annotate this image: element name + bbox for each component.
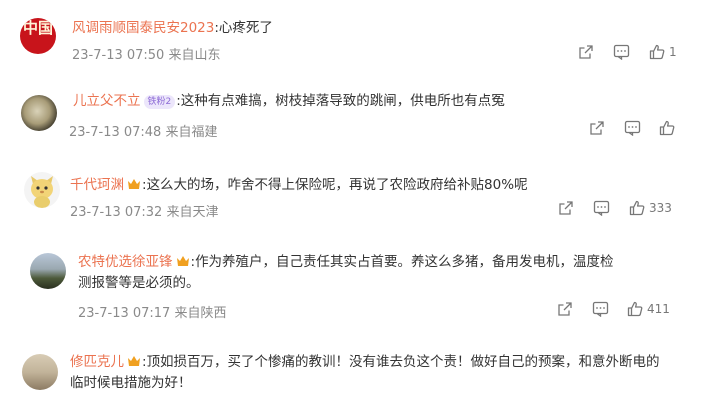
comment-location: 来自福建 [165,125,218,140]
like-icon [627,301,643,317]
username[interactable]: 风调雨顺国泰民安2023 [72,20,214,36]
comment-button[interactable] [613,44,630,60]
like-button[interactable] [659,120,679,136]
comment-location: 来自天津 [166,205,219,220]
cartoon-avatar-icon [31,176,53,208]
comment-button[interactable] [593,200,610,216]
comment-time: 23-7-13 07:50 [72,48,165,63]
share-button[interactable] [578,44,594,60]
comment-location: 来自陕西 [174,306,227,321]
comment-text: 心疼死了 [218,20,273,36]
comment-list: 中国 风调雨顺国泰民安2023:心疼死了 23-7-13 07:50 来自山东 … [0,0,720,405]
share-button[interactable] [557,301,573,317]
like-icon [659,120,675,136]
like-icon [649,44,665,60]
share-icon [558,302,572,316]
like-icon [629,200,645,216]
comment-time: 23-7-13 07:32 [70,205,163,220]
username[interactable]: 修匹克儿 [70,354,124,370]
comment-icon [613,44,630,60]
comment-icon [592,301,609,317]
username[interactable]: 千代珂渊 [70,177,124,193]
username[interactable]: 儿立父不立 [73,93,141,109]
share-icon [559,201,573,215]
crown-icon [128,179,140,189]
crown-icon [176,256,189,266]
like-count: 333 [649,201,672,215]
comment-location: 来自山东 [168,48,221,63]
comment-time: 23-7-13 07:17 [78,306,171,321]
comment-text: 这种有点难搞，树枝掉落导致的跳闸，供电所也有点冤 [180,93,505,109]
fan-badge[interactable]: 铁粉2 [143,95,176,109]
avatar[interactable] [22,354,58,390]
comment-button[interactable] [624,120,641,136]
share-icon [590,121,604,135]
like-button[interactable]: 333 [629,200,672,216]
comment-text: 顶如损百万，买了个惨痛的教训！没有谁去负这个责！做好自己的预案，和意外断电的临时… [70,354,660,391]
comment-text: 这么大的场，咋舍不得上保险呢，再说了农险政府给补贴80%呢 [146,177,528,193]
comment-icon [593,200,610,216]
comment-time: 23-7-13 07:48 [69,125,162,140]
comment-button[interactable] [592,301,609,317]
share-button[interactable] [558,200,574,216]
avatar[interactable]: 中国 [20,18,56,54]
avatar[interactable] [30,253,66,289]
comment-icon [624,120,641,136]
like-count: 1 [669,45,677,59]
like-button[interactable]: 411 [627,301,670,317]
avatar[interactable] [24,172,60,208]
avatar-glyph: 中国 [22,19,53,37]
crown-icon [128,356,140,366]
like-count: 411 [647,302,670,316]
share-icon [579,45,593,59]
share-button[interactable] [589,120,605,136]
like-button[interactable]: 1 [649,44,677,60]
avatar[interactable] [21,95,57,131]
username[interactable]: 农特优选徐亚锋 [78,254,173,270]
